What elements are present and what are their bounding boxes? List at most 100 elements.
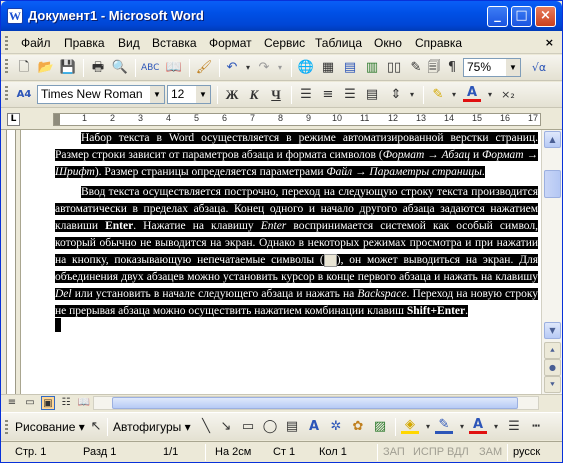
menu-insert[interactable]: Вставка — [152, 36, 197, 50]
word-app-icon[interactable]: W — [7, 8, 23, 24]
spelling-icon[interactable]: ABC — [141, 59, 159, 77]
fill-color-icon[interactable]: ◈ — [401, 418, 419, 434]
align-center-icon[interactable]: ≡ — [319, 86, 337, 104]
status-track-changes[interactable]: ИСПР — [413, 446, 444, 458]
font-size-select[interactable]: 12 ▼ — [167, 85, 211, 104]
line-color-icon[interactable]: ✎ — [435, 418, 453, 434]
redo-dropdown[interactable]: ▾ — [271, 59, 289, 77]
select-objects-icon[interactable]: ↖ — [87, 418, 105, 436]
line-icon[interactable]: ╲ — [197, 418, 215, 436]
italic-button[interactable]: К — [245, 86, 263, 104]
oval-icon[interactable]: ◯ — [261, 418, 279, 436]
menu-file[interactable]: Файл — [21, 36, 51, 50]
tables-borders-icon[interactable]: ▦ — [319, 59, 337, 77]
menu-help[interactable]: Справка — [415, 36, 462, 50]
maximize-button[interactable]: □ — [511, 6, 532, 27]
drawing-font-color-dropdown[interactable]: ▾ — [487, 418, 505, 436]
font-name-select[interactable]: Times New Roman ▼ — [37, 85, 165, 104]
insert-table-icon[interactable]: ▤ — [341, 59, 359, 77]
paragraph-2[interactable]: Ввод текста осуществляется построчно, пе… — [55, 184, 539, 320]
insert-excel-icon[interactable]: ▥ — [363, 59, 381, 77]
vertical-ruler[interactable] — [1, 130, 21, 394]
web-layout-button[interactable]: ▭ — [23, 396, 37, 410]
horizontal-scrollbar[interactable] — [93, 396, 539, 410]
justify-icon[interactable]: ▤ — [363, 86, 381, 104]
drawing-icon[interactable]: ✎ — [407, 59, 425, 77]
menu-format[interactable]: Формат — [209, 36, 252, 50]
autoshapes-menu-button[interactable]: Автофигуры ▾ — [113, 420, 191, 434]
prev-page-button[interactable]: ⯅ — [544, 342, 561, 359]
print-icon[interactable]: 🖶 — [89, 59, 107, 77]
close-button[interactable]: × — [535, 6, 556, 27]
clip-art-icon[interactable]: ✿ — [349, 418, 367, 436]
toolbar-grip[interactable] — [5, 420, 8, 434]
underline-button[interactable]: Ч — [267, 86, 285, 104]
open-icon[interactable]: 📂 — [37, 59, 55, 77]
line-spacing-dropdown[interactable]: ▾ — [403, 86, 421, 104]
dash-style-icon[interactable]: ┅ — [527, 418, 545, 436]
toolbar-grip[interactable] — [5, 36, 8, 50]
close-document-button[interactable]: × — [545, 36, 554, 49]
paragraph-1[interactable]: Набор текста в Word осуществляется в реж… — [55, 130, 539, 181]
font-color-dropdown[interactable]: ▾ — [481, 86, 499, 104]
hyperlink-icon[interactable]: 🌐 — [297, 59, 315, 77]
status-pages: 1/1 — [163, 446, 179, 458]
draw-menu-button[interactable]: Рисование ▾ — [15, 420, 85, 434]
reading-layout-button[interactable]: 📖 — [77, 396, 91, 410]
wordart-icon[interactable]: A — [305, 418, 323, 436]
menu-view[interactable]: Вид — [118, 36, 140, 50]
select-browse-object-button[interactable]: ● — [544, 359, 561, 376]
align-left-icon[interactable]: ☰ — [297, 86, 315, 104]
save-icon[interactable]: 💾 — [59, 59, 77, 77]
text-box-icon[interactable]: ▤ — [283, 418, 301, 436]
drawing-font-color-icon[interactable]: A — [469, 418, 487, 434]
ruler-number: 5 — [194, 113, 200, 123]
bold-button[interactable]: Ж — [223, 86, 241, 104]
menu-edit[interactable]: Правка — [64, 36, 105, 50]
research-icon[interactable]: 📖 — [165, 59, 183, 77]
status-overtype[interactable]: ЗАМ — [479, 446, 502, 458]
line-style-icon[interactable]: ☰ — [505, 418, 523, 436]
subscript-button[interactable]: ×₂ — [499, 86, 517, 104]
rectangle-icon[interactable]: ▭ — [239, 418, 257, 436]
equation-icon[interactable]: √α — [527, 59, 551, 77]
format-painter-icon[interactable]: 🖌 — [195, 59, 213, 77]
view-bar: ≡ ▭ ▣ ☷ 📖 — [1, 394, 562, 411]
insert-picture-icon[interactable]: ▨ — [371, 418, 389, 436]
normal-view-button[interactable]: ≡ — [5, 396, 19, 410]
print-layout-button[interactable]: ▣ — [41, 396, 55, 410]
horizontal-scroll-thumb[interactable] — [112, 397, 518, 409]
print-preview-icon[interactable]: 🔍 — [111, 59, 129, 77]
zoom-select[interactable]: 75% ▼ — [463, 58, 521, 77]
outline-view-button[interactable]: ☷ — [59, 396, 73, 410]
chevron-down-icon: ▼ — [196, 86, 210, 103]
horizontal-ruler[interactable]: L 1 2 3 4 5 6 7 8 9 10 11 12 13 14 15 16… — [1, 110, 562, 130]
vertical-scrollbar[interactable]: ▲ ▼ ⯅ ● ⯆ — [541, 130, 562, 394]
document-area[interactable]: Набор текста в Word осуществляется в реж… — [21, 130, 541, 394]
show-formatting-icon[interactable]: ¶ — [443, 59, 461, 77]
highlight-dropdown[interactable]: ▾ — [445, 86, 463, 104]
ruler-track[interactable]: 1 2 3 4 5 6 7 8 9 10 11 12 13 14 15 16 1… — [53, 113, 541, 126]
next-page-button[interactable]: ⯆ — [544, 376, 561, 393]
columns-icon[interactable]: ▯▯ — [385, 59, 403, 77]
scroll-down-button[interactable]: ▼ — [544, 322, 561, 339]
minimize-button[interactable]: _ — [487, 6, 508, 27]
status-rec[interactable]: ЗАП — [383, 446, 405, 458]
status-extend[interactable]: ВДЛ — [447, 446, 469, 458]
font-color-icon[interactable]: A — [463, 86, 481, 102]
menu-window[interactable]: Окно — [374, 36, 402, 50]
diagram-icon[interactable]: ✲ — [327, 418, 345, 436]
menu-tools[interactable]: Сервис — [264, 36, 305, 50]
title-bar[interactable]: W Документ1 - Microsoft Word _ □ × — [1, 1, 562, 31]
arrow-icon[interactable]: ↘ — [217, 418, 235, 436]
scroll-thumb[interactable] — [544, 170, 561, 198]
new-document-icon[interactable]: 🗋 — [15, 59, 33, 77]
styles-icon[interactable]: A4 — [15, 86, 33, 104]
tab-selector[interactable]: L — [7, 113, 20, 126]
toolbar-grip[interactable] — [5, 86, 8, 100]
toolbar-grip[interactable] — [5, 59, 8, 73]
document-map-icon[interactable]: 🗐 — [425, 59, 443, 77]
scroll-up-button[interactable]: ▲ — [544, 131, 561, 148]
menu-table[interactable]: Таблица — [315, 36, 362, 50]
align-right-icon[interactable]: ☰ — [341, 86, 359, 104]
